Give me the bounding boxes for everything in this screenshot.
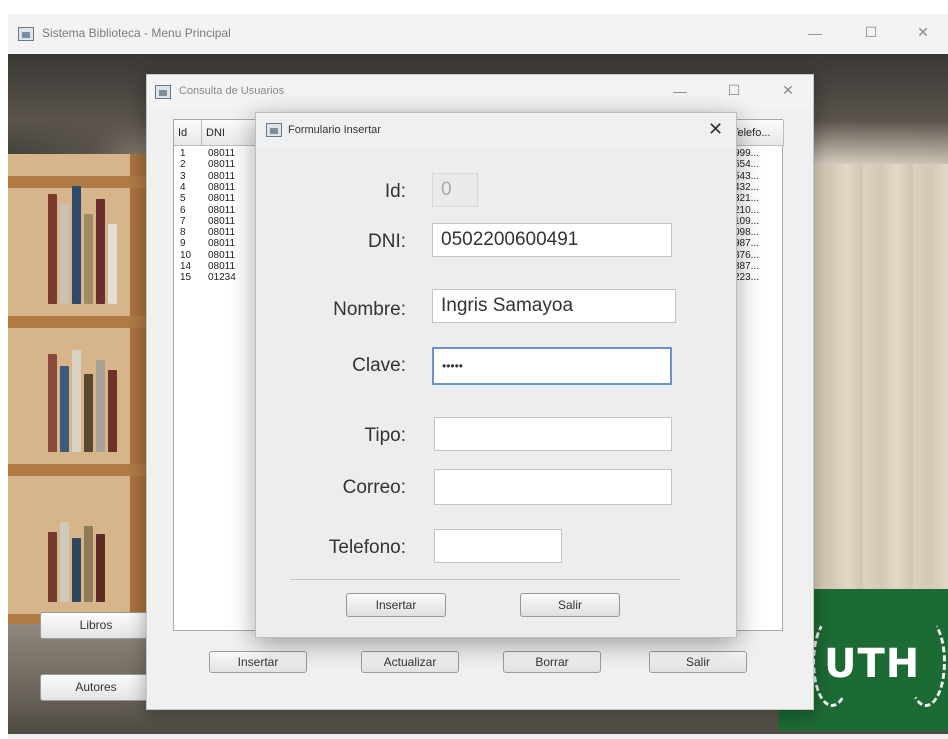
cell-telefono: 321... — [734, 193, 760, 205]
cell-telefono: 098... — [734, 227, 760, 239]
consulta-titlebar: Consulta de Usuarios — ☐ ✕ — [147, 75, 813, 109]
column-header-dni[interactable]: DNI — [202, 120, 262, 146]
form-salir-button[interactable]: Salir — [520, 593, 620, 617]
cell-id: 6 — [180, 204, 186, 216]
cell-id: 14 — [180, 261, 192, 272]
cell-id: 15 — [180, 272, 192, 284]
label-nombre: Nombre: — [333, 299, 406, 320]
cell-dni: 08011 — [208, 204, 236, 216]
cell-telefono: 999... — [734, 148, 760, 159]
cell-dni: 08011 — [208, 227, 236, 239]
cell-dni: 01234 — [208, 272, 236, 284]
cell-telefono: 887... — [734, 261, 760, 272]
tipo-field[interactable] — [434, 417, 672, 451]
label-id: Id: — [384, 181, 406, 202]
salir-button[interactable]: Salir — [649, 651, 747, 673]
cell-dni: 08011 — [208, 215, 236, 227]
cell-dni: 08011 — [208, 238, 236, 250]
cell-dni: 08011 — [208, 170, 236, 182]
insertar-button[interactable]: Insertar — [209, 651, 307, 673]
main-window-title: Sistema Biblioteca - Menu Principal — [42, 26, 231, 40]
actualizar-button[interactable]: Actualizar — [361, 651, 459, 673]
cell-telefono: 109... — [734, 215, 760, 227]
cell-dni: 08011 — [208, 181, 236, 193]
main-titlebar: Sistema Biblioteca - Menu Principal — ☐ … — [8, 14, 948, 54]
nombre-field[interactable]: Ingris Samayoa — [432, 289, 676, 323]
label-tipo: Tipo: — [364, 425, 406, 446]
cell-telefono: 432... — [734, 181, 760, 193]
java-app-icon — [266, 123, 282, 137]
cell-telefono: 223... — [734, 272, 760, 284]
cell-telefono: 543... — [734, 170, 760, 182]
cell-id: 1 — [180, 148, 186, 159]
cell-id: 9 — [180, 238, 186, 250]
cell-telefono: 987... — [734, 238, 760, 250]
cell-telefono: 876... — [734, 249, 760, 261]
label-correo: Correo: — [342, 477, 406, 498]
column-header-id[interactable]: Id — [174, 120, 202, 146]
close-icon[interactable]: ✕ — [908, 24, 938, 41]
minimize-icon[interactable]: — — [800, 25, 830, 41]
java-app-icon — [155, 85, 171, 99]
cell-telefono: 654... — [734, 159, 760, 171]
cell-id: 7 — [180, 215, 186, 227]
minimize-icon[interactable]: — — [665, 83, 695, 99]
telefono-field[interactable] — [434, 529, 562, 563]
cell-id: 5 — [180, 193, 186, 205]
cell-id: 8 — [180, 227, 186, 239]
java-app-icon — [18, 27, 34, 41]
cell-dni: 08011 — [208, 249, 236, 261]
id-field[interactable]: 0 — [432, 173, 478, 207]
cell-telefono: 210... — [734, 204, 760, 216]
cell-id: 2 — [180, 159, 186, 171]
dni-field[interactable]: 0502200600491 — [432, 223, 672, 257]
uth-logo-text: UTH — [824, 641, 921, 687]
label-clave: Clave: — [352, 355, 406, 376]
form-divider — [290, 579, 680, 580]
borrar-button[interactable]: Borrar — [503, 651, 601, 673]
cell-id: 3 — [180, 170, 186, 182]
cell-dni: 08011 — [208, 159, 236, 171]
label-dni: DNI: — [368, 231, 406, 252]
libros-button[interactable]: Libros — [40, 612, 152, 639]
maximize-icon[interactable]: ☐ — [856, 24, 886, 41]
consulta-window-title: Consulta de Usuarios — [179, 85, 285, 97]
cell-dni: 08011 — [208, 261, 236, 272]
maximize-icon[interactable]: ☐ — [719, 82, 749, 99]
cell-dni: 08011 — [208, 193, 236, 205]
close-icon[interactable]: ✕ — [708, 119, 723, 140]
formulario-insertar-dialog: Formulario Insertar ✕ Id: 0 DNI: 0502200… — [255, 112, 737, 638]
form-insertar-button[interactable]: Insertar — [346, 593, 446, 617]
cell-id: 10 — [180, 249, 192, 261]
cell-dni: 08011 — [208, 148, 236, 159]
form-titlebar: Formulario Insertar ✕ — [256, 113, 736, 147]
correo-field[interactable] — [434, 469, 672, 505]
autores-button[interactable]: Autores — [40, 674, 152, 701]
close-icon[interactable]: ✕ — [773, 82, 803, 99]
cell-id: 4 — [180, 181, 186, 193]
form-dialog-title: Formulario Insertar — [288, 124, 381, 136]
clave-field[interactable]: ••••• — [432, 347, 672, 385]
label-telefono: Telefono: — [328, 537, 406, 558]
